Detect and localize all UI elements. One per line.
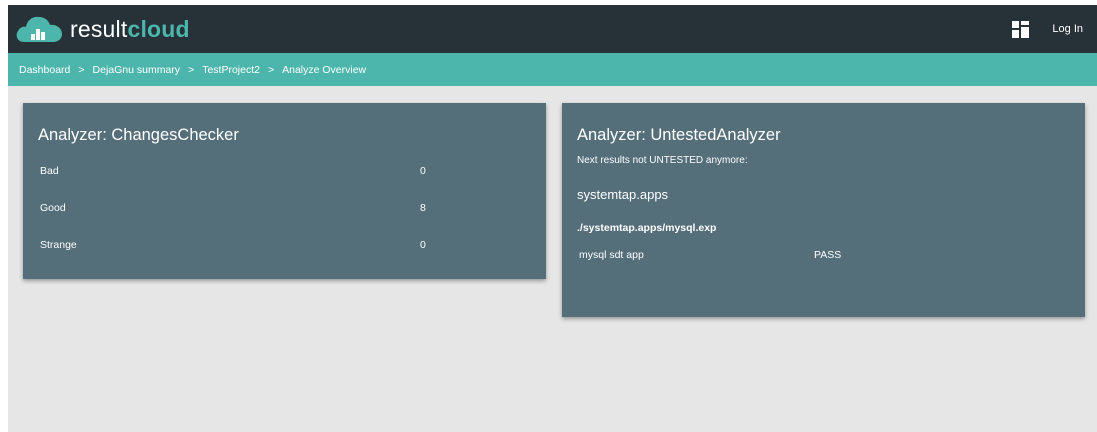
test-suite-name: systemtap.apps — [577, 187, 669, 202]
test-status: PASS — [814, 249, 842, 261]
stat-label: Good — [40, 202, 66, 214]
stat-value: 0 — [420, 239, 426, 251]
stat-value: 8 — [420, 202, 426, 214]
breadcrumb-separator: > — [267, 63, 275, 76]
top-navbar: resultcloud Log In — [8, 5, 1097, 53]
breadcrumb-separator: > — [78, 63, 85, 76]
untested-note: Next results not UNTESTED anymore: — [577, 155, 748, 166]
breadcrumb-dashboard[interactable]: Dashboard — [19, 64, 70, 76]
untested-analyzer-card: Analyzer: UntestedAnalyzer Next results … — [562, 103, 1085, 317]
breadcrumb-separator: > — [188, 63, 195, 76]
stat-value: 0 — [420, 165, 426, 177]
stat-label: Bad — [40, 165, 59, 177]
stat-row-good: Good 8 — [40, 202, 530, 214]
breadcrumb: Dashboard > DejaGnu summary > TestProjec… — [8, 53, 1097, 86]
untested-analyzer-title: Analyzer: UntestedAnalyzer — [577, 126, 781, 144]
breadcrumb-dejagnu-summary[interactable]: DejaGnu summary — [93, 64, 181, 76]
brand-logo-link[interactable]: resultcloud — [14, 11, 190, 47]
changes-checker-card: Analyzer: ChangesChecker Bad 0 Good 8 St… — [23, 103, 546, 279]
stat-row-bad: Bad 0 — [40, 165, 530, 177]
login-link[interactable]: Log In — [1052, 23, 1083, 35]
breadcrumb-analyze-overview: Analyze Overview — [282, 63, 367, 76]
test-file-path: ./systemtap.apps/mysql.exp — [577, 222, 717, 234]
cloud-chart-icon — [16, 16, 62, 42]
navbar-right: Log In — [1012, 20, 1083, 38]
stat-label: Strange — [40, 239, 77, 251]
grid-dashboard-icon[interactable] — [1012, 20, 1030, 38]
breadcrumb-testproject[interactable]: TestProject2 — [202, 64, 260, 76]
brand-name: resultcloud — [70, 16, 190, 43]
app-frame: resultcloud Log In Dashboard > DejaGnu s… — [8, 5, 1097, 432]
brand-name-part2: cloud — [127, 15, 190, 42]
changes-checker-title: Analyzer: ChangesChecker — [38, 126, 239, 144]
test-result-row: mysql sdt app PASS — [579, 249, 1059, 261]
test-name: mysql sdt app — [579, 249, 644, 261]
brand-name-part1: result — [70, 15, 128, 42]
stat-row-strange: Strange 0 — [40, 239, 530, 251]
